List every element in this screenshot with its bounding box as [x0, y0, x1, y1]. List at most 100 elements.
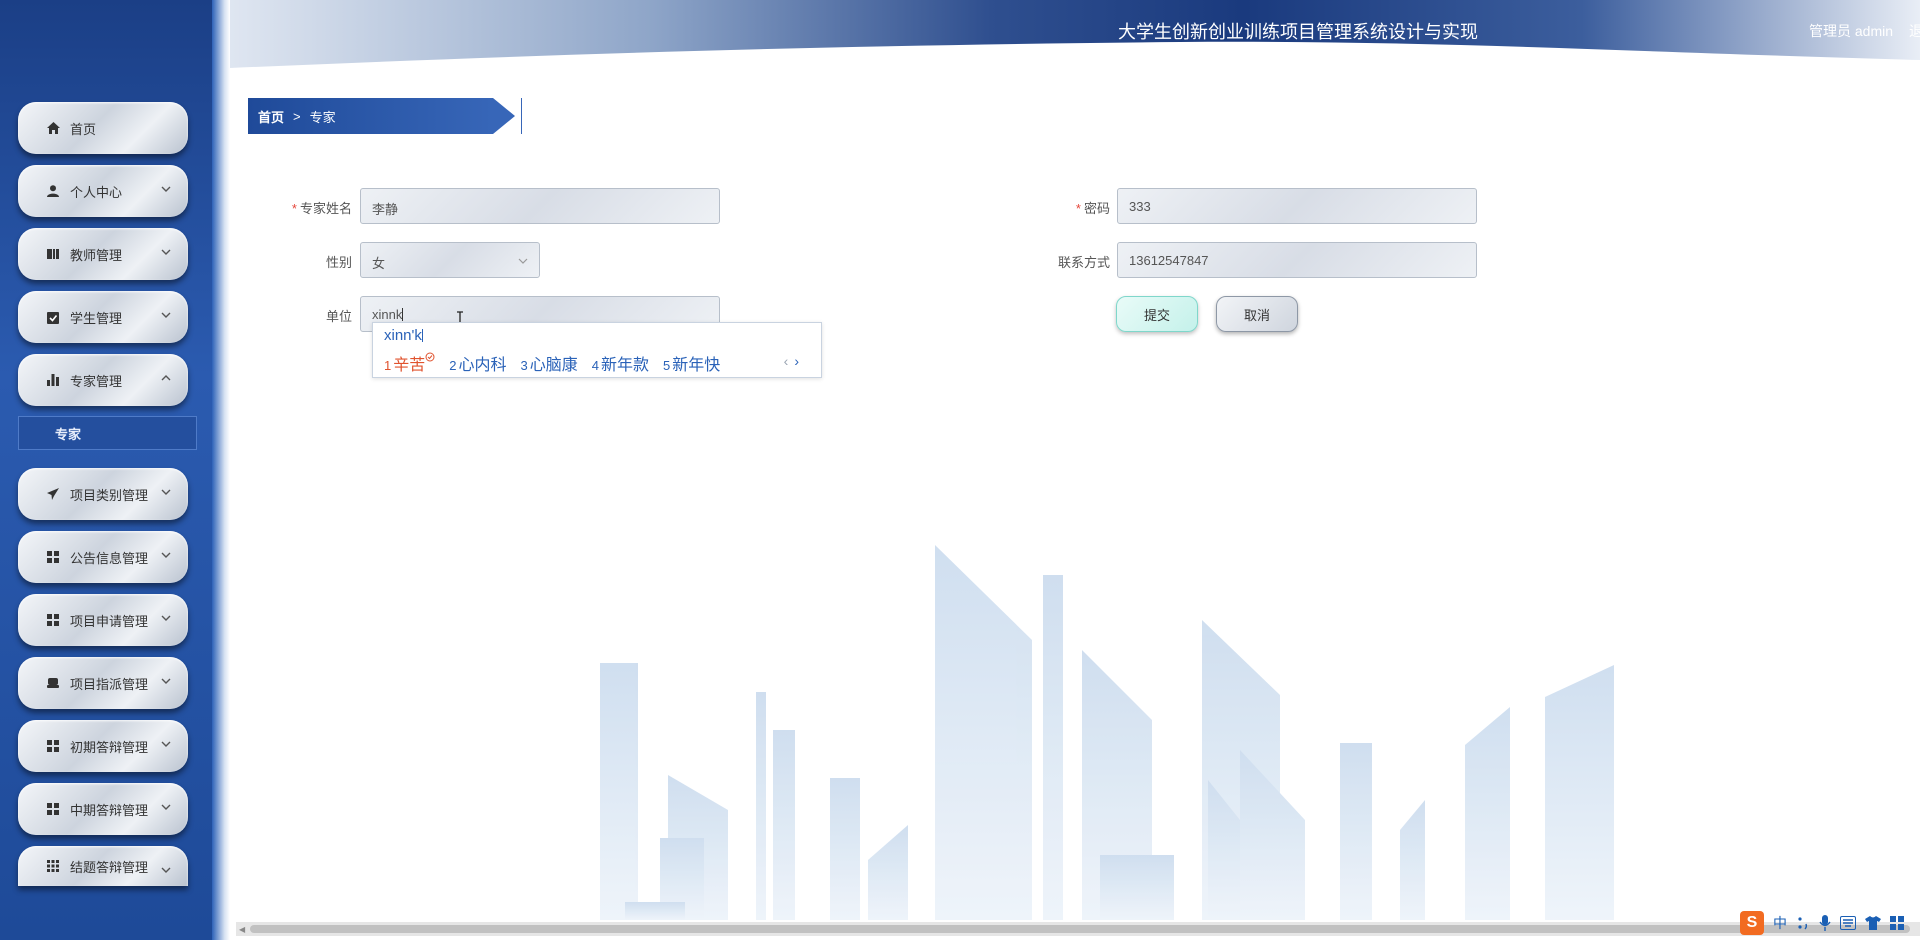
logout-link[interactable]: 退出登录 [1909, 21, 1920, 41]
ime-candidate[interactable]: 2 心内科 [449, 351, 506, 375]
toolbox-grid-icon[interactable] [1890, 916, 1904, 930]
chevron-down-icon [161, 804, 171, 810]
sidebar-item-personal-center[interactable]: 个人中心 [18, 165, 188, 217]
gender-select[interactable]: 女 [360, 242, 540, 278]
ime-candidate[interactable]: 3 心脑康 [521, 351, 578, 375]
sidebar-item-project-application-management[interactable]: 项目申请管理 [18, 594, 188, 646]
breadcrumb-arrow [493, 98, 515, 134]
candidate-number: 2 [449, 358, 457, 373]
sidebar-item-project-assignment-management[interactable]: 项目指派管理 [18, 657, 188, 709]
sidebar-subitem-expert[interactable]: 专家 [18, 416, 197, 450]
chevron-down-icon [161, 741, 171, 747]
chevron-down-icon [161, 552, 171, 558]
ime-status-bar: S 中 [1740, 910, 1904, 936]
expert-name-input[interactable]: 李静 [360, 188, 720, 224]
clipboard-check-icon [46, 310, 60, 324]
breadcrumb-separator: > [293, 108, 301, 124]
required-mark: * [1075, 201, 1081, 216]
unit-input-value: xinnk [372, 307, 403, 322]
grid-icon [46, 802, 60, 816]
candidate-number: 3 [520, 358, 528, 373]
expert-name-label-text: 专家姓名 [299, 201, 352, 216]
sidebar-item-project-category-management[interactable]: 项目类别管理 [18, 468, 188, 520]
sidebar-item-expert-management[interactable]: 专家管理 [18, 354, 188, 406]
breadcrumb: 首页 > 专家 [248, 98, 522, 134]
chevron-down-icon [161, 867, 171, 873]
expert-name-label: * 专家姓名 [232, 198, 352, 217]
ime-candidate-popup: xinn'k 1 辛苦 2 心内科 3 心脑康 4 新年款 5 新年快 ‹ › [372, 322, 822, 378]
phone-label: 联系方式 [1057, 255, 1110, 270]
bar-chart-icon [46, 373, 60, 387]
paper-plane-icon [46, 487, 60, 501]
candidate-text: 新年快 [672, 357, 721, 374]
cancel-button[interactable]: 取消 [1216, 296, 1298, 332]
chevron-down-icon [161, 678, 171, 684]
sidebar-item-student-management[interactable]: 学生管理 [18, 291, 188, 343]
candidate-text: 辛苦 [393, 357, 426, 374]
breadcrumb-home[interactable]: 首页 [258, 107, 284, 126]
grid-9-icon [46, 859, 60, 873]
microphone-icon[interactable] [1819, 915, 1831, 931]
sogou-logo-icon[interactable]: S [1740, 911, 1764, 935]
sidebar-item-teacher-management[interactable]: 教师管理 [18, 228, 188, 280]
sidebar-item-label: 项目指派管理 [70, 676, 149, 692]
submit-button[interactable]: 提交 [1116, 296, 1198, 332]
header-banner [230, 0, 1920, 68]
grid-icon [46, 739, 60, 753]
candidate-text: 心脑康 [529, 357, 578, 374]
chevron-down-icon [161, 489, 171, 495]
candidate-text: 心内科 [458, 357, 507, 374]
unit-label: 单位 [325, 309, 352, 324]
ime-language-toggle[interactable]: 中 [1773, 913, 1787, 933]
chevron-down-icon [161, 249, 171, 255]
sidebar-item-label: 专家管理 [70, 373, 123, 389]
ime-prev-page[interactable]: ‹ [784, 353, 789, 369]
ime-candidate[interactable]: 5 新年快 [663, 351, 720, 375]
city-skyline-illustration [600, 545, 1614, 920]
sidebar-item-label: 中期答辩管理 [70, 802, 149, 818]
chevron-down-icon [161, 186, 171, 192]
candidate-text: 新年款 [600, 357, 649, 374]
sidebar-item-label: 首页 [70, 121, 97, 137]
sidebar-item-final-defense-management[interactable]: 结题答辩管理 [18, 846, 188, 886]
grid-icon [46, 550, 60, 564]
scrollbar-thumb[interactable] [250, 925, 1910, 933]
sidebar-item-label: 项目申请管理 [70, 613, 149, 629]
candidate-number: 4 [591, 358, 599, 373]
chevron-down-icon [161, 615, 171, 621]
ime-next-page[interactable]: › [794, 353, 799, 369]
scroll-left-arrow-icon[interactable]: ◀ [239, 925, 245, 934]
breadcrumb-divider [521, 98, 522, 134]
app-title: 大学生创新创业训练项目管理系统设计与实现 [1118, 22, 1478, 42]
horizontal-scrollbar[interactable]: ◀ [236, 922, 1920, 936]
admin-label: 管理员 admin [1809, 23, 1894, 39]
sidebar-item-announcement-management[interactable]: 公告信息管理 [18, 531, 188, 583]
check-circle-icon [425, 352, 435, 362]
ime-candidate[interactable]: 4 新年款 [592, 351, 649, 375]
candidate-number: 5 [663, 358, 671, 373]
sidebar-item-initial-defense-management[interactable]: 初期答辩管理 [18, 720, 188, 772]
sidebar: 首页 个人中心 教师管理 学生管理 专家管理 专家 项目类别管理 公告信息管理 … [0, 0, 230, 940]
sidebar-item-label: 教师管理 [70, 247, 123, 263]
gender-select-value: 女 [372, 256, 386, 271]
phone-input[interactable]: 13612547847 [1117, 242, 1477, 278]
ime-page-nav: ‹ › [784, 353, 799, 369]
ime-caret [421, 329, 423, 342]
password-label-text: 密码 [1083, 201, 1110, 216]
sidebar-item-label: 公告信息管理 [70, 550, 149, 566]
required-mark: * [291, 201, 297, 216]
password-input[interactable]: 333 [1117, 188, 1477, 224]
skin-shirt-icon[interactable] [1865, 916, 1881, 930]
sidebar-item-label: 项目类别管理 [70, 487, 149, 503]
top-header: 大学生创新创业训练项目管理系统设计与实现 管理员 admin 退出登录 [230, 0, 1920, 70]
chevron-up-icon [161, 375, 171, 381]
gender-label: 性别 [325, 255, 352, 270]
sidebar-item-midterm-defense-management[interactable]: 中期答辩管理 [18, 783, 188, 835]
breadcrumb-current: 专家 [309, 109, 336, 125]
punctuation-icon[interactable] [1796, 916, 1810, 930]
keyboard-icon[interactable] [1840, 916, 1856, 930]
ime-composition-text: xinn'k [384, 327, 423, 344]
sidebar-item-home[interactable]: 首页 [18, 102, 188, 154]
ime-candidate[interactable]: 1 辛苦 [384, 351, 435, 375]
sidebar-item-label: 初期答辩管理 [70, 739, 149, 755]
